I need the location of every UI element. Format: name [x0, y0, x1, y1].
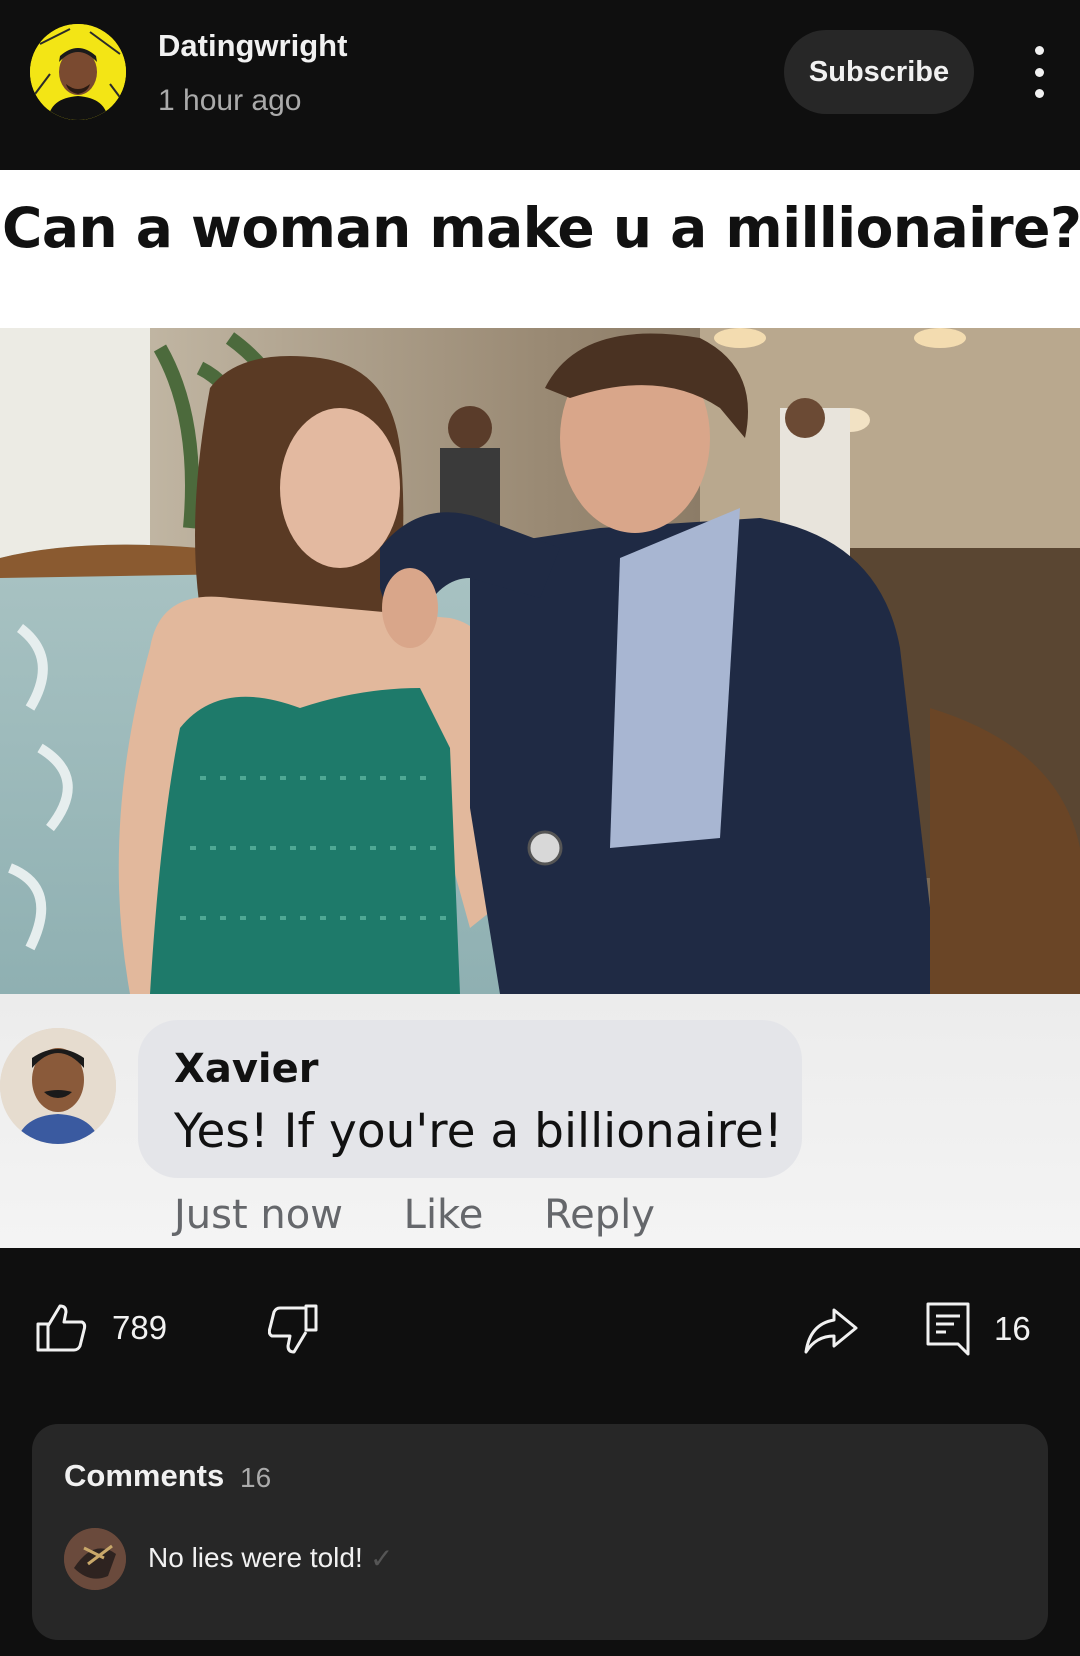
subscribe-button[interactable]: Subscribe: [784, 30, 974, 114]
post-header: Datingwright 1 hour ago Subscribe: [0, 0, 1080, 170]
commenter-avatar-top: [64, 1528, 126, 1590]
more-options-icon[interactable]: [1022, 46, 1056, 98]
embedded-comment: Xavier Yes! If you're a billionaire! Jus…: [0, 994, 1080, 1248]
comment-count: 16: [994, 1310, 1031, 1347]
comment-reply-label: Reply: [544, 1192, 655, 1238]
comment-meta: Just now Like Reply: [174, 1192, 703, 1238]
like-button[interactable]: 789: [36, 1302, 167, 1354]
action-bar: 789 16: [0, 1248, 1080, 1418]
commenter-name: Xavier: [174, 1046, 319, 1092]
comments-count: 16: [240, 1462, 272, 1493]
top-comment-text: No lies were told!: [148, 1542, 363, 1573]
comment-bubble: Xavier Yes! If you're a billionaire!: [138, 1020, 802, 1178]
thumbs-up-icon: [36, 1304, 87, 1352]
comments-title: Comments: [64, 1458, 225, 1493]
post-image[interactable]: Can a woman make u a millionaire? Xavier…: [0, 170, 1080, 1248]
couple-photo: [0, 328, 1080, 994]
channel-name[interactable]: Datingwright: [158, 28, 347, 64]
comment-icon: [926, 1302, 970, 1356]
share-button[interactable]: [804, 1306, 858, 1354]
comment-like-label: Like: [403, 1192, 484, 1238]
image-caption-band: Can a woman make u a millionaire?: [0, 170, 1080, 328]
share-icon: [804, 1308, 858, 1354]
comment-text: Yes! If you're a billionaire!: [174, 1104, 783, 1159]
channel-avatar[interactable]: [30, 24, 126, 120]
commenter-avatar: [0, 1028, 116, 1144]
check-icon: ✓: [370, 1543, 394, 1574]
comments-button[interactable]: 16: [926, 1302, 1031, 1356]
post-timestamp: 1 hour ago: [158, 84, 302, 117]
thumbs-down-icon: [268, 1304, 318, 1354]
dislike-button[interactable]: [268, 1304, 318, 1356]
like-count: 789: [112, 1309, 168, 1346]
comment-time: Just now: [174, 1192, 343, 1238]
comments-preview[interactable]: Comments 16 No lies were told! ✓: [32, 1424, 1048, 1640]
image-caption: Can a woman make u a millionaire?: [2, 196, 1080, 260]
